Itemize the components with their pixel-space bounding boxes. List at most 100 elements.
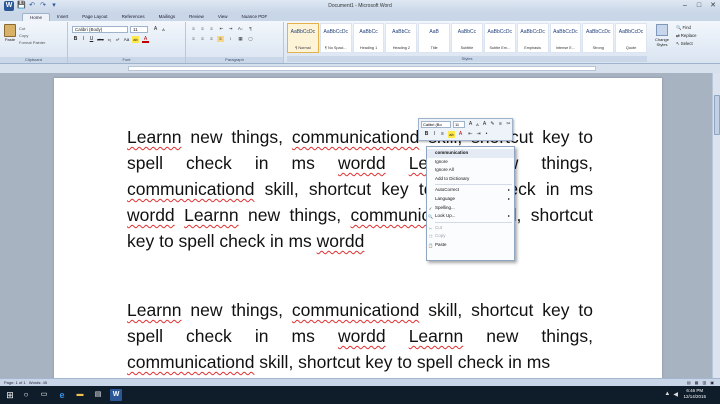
misspelled-word[interactable]: Learnn <box>127 300 182 320</box>
close-button[interactable]: ✕ <box>706 0 720 12</box>
mini-decrease-indent-button[interactable]: ⇤ <box>467 131 474 138</box>
tab-view[interactable]: View <box>211 13 235 21</box>
clock[interactable]: 6:46 PM 12/14/2015 <box>683 388 706 400</box>
mini-bold-button[interactable]: B <box>423 131 430 138</box>
change-case-button[interactable]: Aa <box>123 36 130 43</box>
store-icon[interactable]: ▤ <box>92 389 104 401</box>
mini-styles-button[interactable]: A <box>481 121 488 128</box>
tab-review[interactable]: Review <box>182 13 211 21</box>
highlight-button[interactable]: ab <box>132 36 139 43</box>
change-styles-button[interactable]: Change Styles <box>651 24 673 47</box>
italic-button[interactable]: I <box>80 36 87 43</box>
strikethrough-button[interactable]: abc <box>97 36 104 43</box>
align-left-button[interactable]: ≡ <box>190 36 197 42</box>
find-button[interactable]: 🔍 Find <box>676 24 697 32</box>
font-color-button[interactable]: A <box>142 36 149 43</box>
replace-button[interactable]: ⇄ Replace <box>676 32 697 40</box>
grow-font-button[interactable]: A <box>152 26 159 33</box>
mini-font-color-button[interactable]: A <box>457 131 464 138</box>
style-0[interactable]: AaBbCcDc ¶ Normal <box>287 23 319 53</box>
full-screen-icon[interactable]: ▦ <box>695 379 699 386</box>
edge-icon[interactable]: e <box>56 389 68 401</box>
word-taskbar-icon[interactable]: W <box>110 389 122 401</box>
mini-bullets-button[interactable]: • <box>483 131 490 138</box>
line-spacing-button[interactable]: ↕ <box>227 36 234 42</box>
mini-increase-indent-button[interactable]: ⇥ <box>475 131 482 138</box>
word-count[interactable]: Words: 45 <box>29 380 47 385</box>
menu-item-language[interactable]: Language ▸ <box>427 195 514 204</box>
tab-nuance-pdf[interactable]: Nuance PDF <box>235 13 275 21</box>
misspelled-word[interactable]: communicationd <box>292 300 419 320</box>
mini-align-button[interactable]: ≡ <box>497 121 504 128</box>
mini-cut-button[interactable]: ✂ <box>505 121 512 128</box>
misspelled-word[interactable]: communicationd <box>127 352 254 372</box>
menu-item-ignore-all[interactable]: Ignore All <box>427 166 514 175</box>
misspelled-word[interactable]: wordd <box>338 326 386 346</box>
mini-size-select[interactable]: 11 <box>453 121 465 128</box>
mini-italic-button[interactable]: I <box>431 131 438 138</box>
shrink-font-button[interactable]: A <box>160 26 167 33</box>
style-9[interactable]: AaBbCcDc Strong <box>582 23 615 53</box>
copy-button[interactable]: Copy <box>19 32 45 39</box>
menu-item-autocorrect[interactable]: AutoCorrect ▸ <box>427 186 514 195</box>
style-1[interactable]: AaBbCcDc ¶ No Spaci... <box>319 23 352 53</box>
document-page[interactable]: Learnn new things, communicationd skill,… <box>54 78 662 378</box>
menu-item-paste[interactable]: 📋 Paste <box>427 241 514 250</box>
volume-icon[interactable]: ◀ <box>673 391 678 398</box>
subscript-button[interactable]: x₂ <box>106 36 113 43</box>
mini-font-select[interactable]: Calibri (Bo <box>421 121 451 128</box>
superscript-button[interactable]: x² <box>114 36 121 43</box>
tab-page-layout[interactable]: Page Layout <box>75 13 114 21</box>
style-5[interactable]: AaBbCc Subtitle <box>451 23 483 53</box>
search-icon[interactable]: ○ <box>20 389 32 401</box>
mini-highlight-button[interactable]: ab <box>448 131 455 138</box>
misspelled-word[interactable]: Learnn <box>184 205 239 225</box>
misspelled-word[interactable]: wordd <box>338 153 386 173</box>
bullets-button[interactable]: ≡ <box>190 26 197 32</box>
paragraph-2[interactable]: Learnn new things, communicationd skill,… <box>127 297 593 375</box>
task-view-icon[interactable]: ▭ <box>38 389 50 401</box>
menu-item-spelling[interactable]: ✓ Spelling... <box>427 204 514 213</box>
mini-center-button[interactable]: ≡ <box>439 131 446 138</box>
style-10[interactable]: AaBbCcDc Quote <box>615 23 647 53</box>
tab-home[interactable]: Home <box>22 13 51 21</box>
mini-grow-font-button[interactable]: A <box>467 121 474 128</box>
tab-references[interactable]: References <box>115 13 152 21</box>
shading-button[interactable]: ▦ <box>237 36 244 42</box>
minimize-button[interactable]: – <box>678 0 692 12</box>
menu-item-look-up[interactable]: 🔍 Look Up... ▸ <box>427 212 514 221</box>
print-layout-icon[interactable]: ▤ <box>687 379 691 386</box>
justify-button[interactable]: ≡ <box>217 36 224 42</box>
ruler-bar[interactable] <box>128 66 596 71</box>
font-name-select[interactable]: Calibri (Body) <box>72 26 128 33</box>
network-icon[interactable]: ▲ <box>664 391 670 398</box>
cut-button[interactable]: Cut <box>19 25 45 32</box>
style-6[interactable]: AaBbCcDc Subtle Em... <box>483 23 516 53</box>
style-2[interactable]: AaBbCc Heading 1 <box>352 23 385 53</box>
tab-mailings[interactable]: Mailings <box>152 13 183 21</box>
menu-item-communication[interactable]: communication <box>427 149 514 158</box>
align-center-button[interactable]: ≡ <box>199 36 206 42</box>
mini-format-painter-button[interactable]: ✎ <box>489 121 496 128</box>
misspelled-word[interactable]: Learnn <box>409 326 464 346</box>
tab-insert[interactable]: Insert <box>50 13 75 21</box>
misspelled-word[interactable]: Learnn <box>127 127 182 147</box>
increase-indent-button[interactable]: ⇥ <box>227 26 234 32</box>
menu-item-add-to-dictionary[interactable]: Add to Dictionary <box>427 175 514 184</box>
outline-icon[interactable]: ▣ <box>710 379 714 386</box>
paste-button[interactable]: Paste <box>3 24 17 46</box>
format-painter-button[interactable]: Format Painter <box>19 39 45 46</box>
paragraph-1[interactable]: Learnn new things, communicationd skill,… <box>127 124 593 254</box>
file-explorer-icon[interactable]: ▬ <box>74 389 86 401</box>
font-size-select[interactable]: 11 <box>130 26 148 33</box>
show-formatting-button[interactable]: ¶ <box>247 26 254 32</box>
web-layout-icon[interactable]: ▥ <box>702 379 706 386</box>
start-icon[interactable]: ⊞ <box>4 389 16 401</box>
misspelled-word[interactable]: communicationd <box>292 127 419 147</box>
align-right-button[interactable]: ≡ <box>208 36 215 42</box>
borders-button[interactable]: ▢ <box>247 36 254 42</box>
misspelled-word[interactable]: wordd <box>127 205 175 225</box>
page-count[interactable]: Page: 1 of 1 <box>4 380 26 385</box>
select-button[interactable]: ↖ Select <box>676 40 697 48</box>
misspelled-word[interactable]: communicationd <box>127 179 254 199</box>
